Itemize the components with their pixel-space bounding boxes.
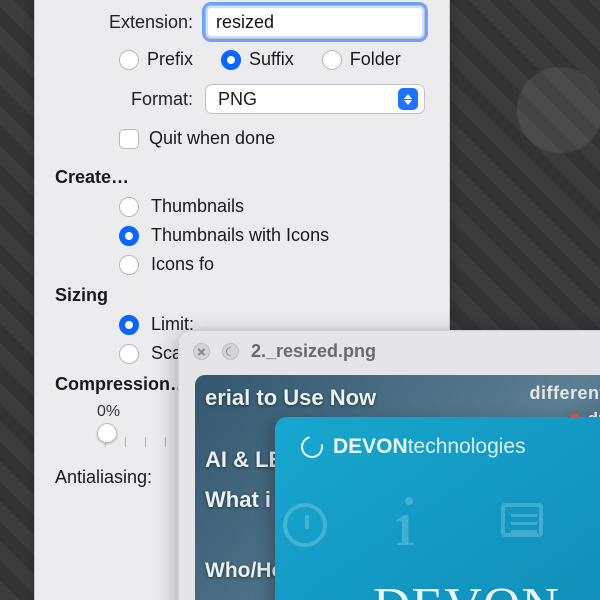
radio-label: Icons fo xyxy=(151,254,214,275)
extension-label: Extension: xyxy=(55,12,205,33)
radio-icon xyxy=(221,50,241,70)
updown-icon xyxy=(398,88,418,110)
create-options: Thumbnails Thumbnails with Icons Icons f… xyxy=(55,196,429,275)
clock-ghost-icon xyxy=(283,503,327,547)
list-ghost-icon xyxy=(501,503,543,537)
info-ghost-icon: 1 xyxy=(393,503,416,556)
preview-window: 2._resized.png erial to Use Now AI & LE … xyxy=(178,330,600,600)
create-thumbnails-icons[interactable]: Thumbnails with Icons xyxy=(119,225,429,246)
brand-light: technologies xyxy=(408,435,526,458)
radio-icon xyxy=(119,50,139,70)
overlay-big-text: DEVON xyxy=(373,577,560,600)
name-mode-prefix[interactable]: Prefix xyxy=(119,49,193,70)
format-select[interactable]: PNG xyxy=(205,84,425,114)
under-right-text: different n xyxy=(530,383,600,404)
under-text: erial to Use Now xyxy=(205,385,376,411)
close-icon[interactable] xyxy=(193,343,210,360)
overlay-card: DEVONtechnologies 1 DEVON xyxy=(275,417,600,600)
format-row: Format: PNG xyxy=(55,84,429,114)
name-mode-group: Prefix Suffix Folder xyxy=(119,49,429,70)
radio-icon xyxy=(119,344,139,364)
name-mode-suffix[interactable]: Suffix xyxy=(221,49,294,70)
preview-titlebar[interactable]: 2._resized.png xyxy=(179,331,600,371)
quit-label: Quit when done xyxy=(149,128,275,149)
radio-label: Prefix xyxy=(147,49,193,70)
sizing-heading: Sizing xyxy=(55,285,429,306)
slider-thumb-icon xyxy=(97,423,117,443)
brand-strong: DEVON xyxy=(333,435,408,458)
extension-row: Extension: xyxy=(55,5,429,39)
radio-icon xyxy=(119,226,139,246)
format-label: Format: xyxy=(55,89,205,110)
radio-icon xyxy=(119,315,139,335)
minimize-icon[interactable] xyxy=(222,343,239,360)
radio-label: Folder xyxy=(350,49,401,70)
under-text: What i xyxy=(205,487,271,513)
name-mode-folder[interactable]: Folder xyxy=(322,49,401,70)
radio-label: Suffix xyxy=(249,49,294,70)
create-heading: Create xyxy=(55,167,429,188)
preview-filename: 2._resized.png xyxy=(251,341,376,362)
under-text: AI & LE xyxy=(205,447,283,473)
antialiasing-label: Antialiasing: xyxy=(55,467,152,488)
radio-icon xyxy=(119,255,139,275)
quit-row: Quit when done xyxy=(119,128,429,149)
extension-input[interactable] xyxy=(205,5,425,39)
create-icons-only[interactable]: Icons fo xyxy=(119,254,429,275)
radio-icon xyxy=(119,197,139,217)
devon-logo-icon xyxy=(297,432,327,462)
radio-label: Thumbnails xyxy=(151,196,244,217)
under-text: Who/Ho xyxy=(205,559,284,583)
radio-label: Thumbnails with Icons xyxy=(151,225,329,246)
create-thumbnails[interactable]: Thumbnails xyxy=(119,196,429,217)
radio-icon xyxy=(322,50,342,70)
format-value: PNG xyxy=(218,89,257,110)
brand-row: DEVONtechnologies xyxy=(301,435,526,459)
quit-checkbox[interactable] xyxy=(119,129,139,149)
preview-body: erial to Use Now AI & LE What i Who/Ho d… xyxy=(195,375,600,600)
